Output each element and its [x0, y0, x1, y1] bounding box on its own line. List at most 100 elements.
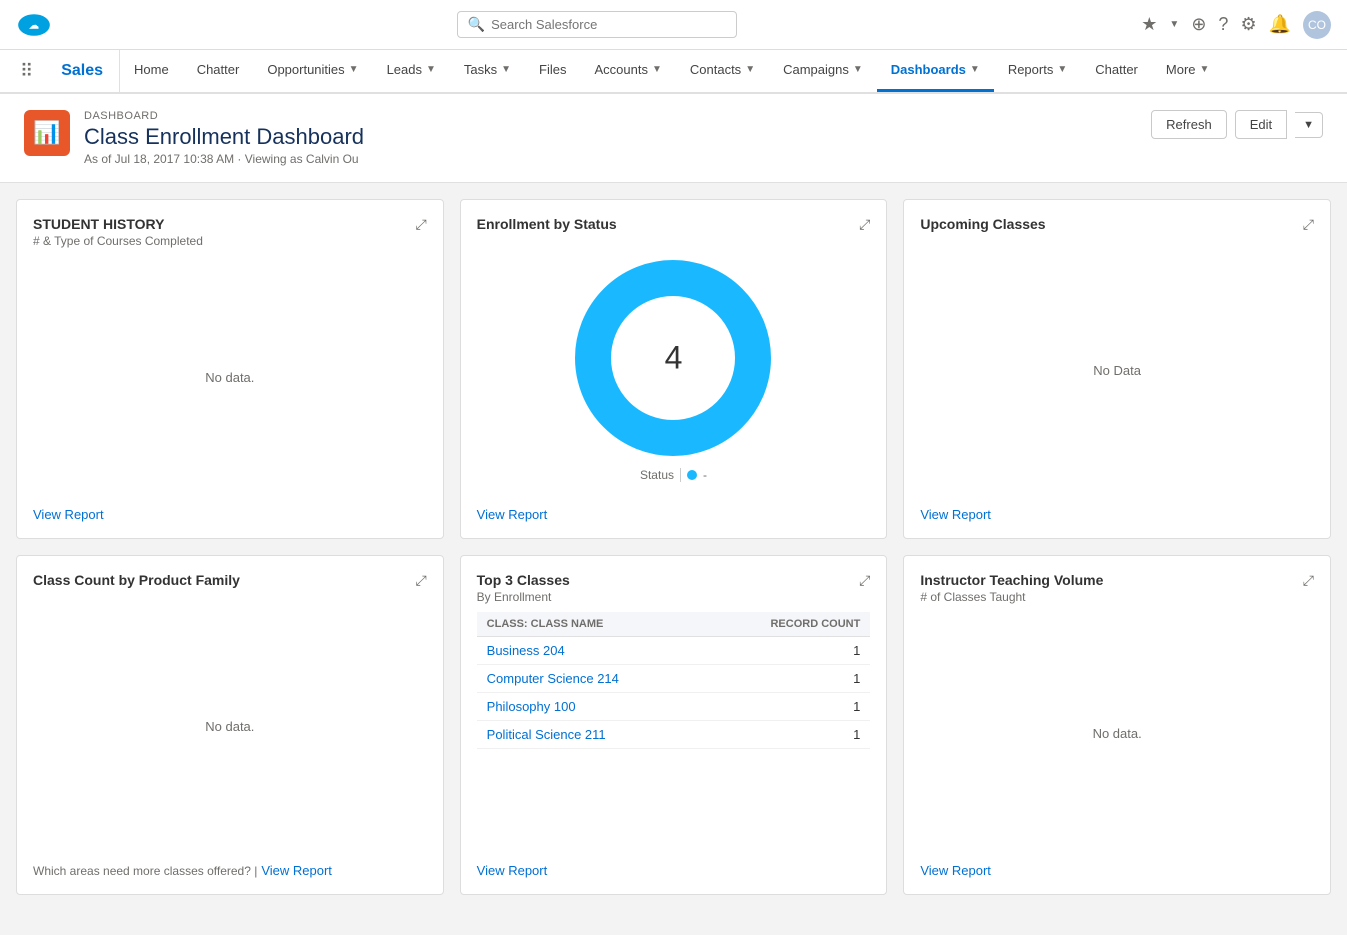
card-upcoming-classes: Upcoming Classes ⤢ No Data View Report	[903, 199, 1331, 539]
card-top3-header: Top 3 Classes By Enrollment ⤢	[477, 572, 871, 604]
donut-chart: 4	[573, 258, 773, 458]
gear-icon[interactable]: ⚙	[1240, 14, 1256, 35]
expand-icon-upcoming[interactable]: ⤢	[1303, 216, 1314, 233]
class-name-2[interactable]: Computer Science 214	[477, 665, 706, 693]
card-top3-subtitle: By Enrollment	[477, 590, 570, 604]
utility-bar: ☁ 🔍 ★ ▼ ⊕ ? ⚙ 🔔 CO	[0, 0, 1347, 50]
dashboard-meta: As of Jul 18, 2017 10:38 AM · Viewing as…	[84, 152, 364, 166]
top3-table: CLASS: CLASS NAME RECORD COUNT Business …	[477, 612, 871, 749]
card-class-count-header: Class Count by Product Family ⤢	[33, 572, 427, 589]
nav-item-chatter[interactable]: Chatter	[183, 50, 254, 92]
card-instructor-title: Instructor Teaching Volume	[920, 572, 1103, 588]
top3-table-header: CLASS: CLASS NAME RECORD COUNT	[477, 612, 871, 637]
grid-icon[interactable]: ⠿	[8, 61, 45, 82]
card-enrollment-status-header: Enrollment by Status ⤢	[477, 216, 871, 233]
view-report-link-enrollment[interactable]: View Report	[477, 507, 548, 522]
record-count-1: 1	[705, 637, 870, 665]
no-data-upcoming: No Data	[1093, 363, 1141, 378]
nav-item-home[interactable]: Home	[120, 50, 183, 92]
card-upcoming-classes-title: Upcoming Classes	[920, 216, 1045, 232]
search-input[interactable]	[491, 17, 726, 32]
view-report-link-instructor[interactable]: View Report	[920, 863, 991, 878]
star-icon[interactable]: ★	[1141, 14, 1157, 35]
dashboard-grid: STUDENT HISTORY # & Type of Courses Comp…	[16, 199, 1331, 895]
card-instructor-volume: Instructor Teaching Volume # of Classes …	[903, 555, 1331, 895]
salesforce-logo-icon[interactable]: ☁	[16, 7, 52, 43]
card-instructor-footer: View Report	[920, 863, 1314, 878]
card-top3-title: Top 3 Classes	[477, 572, 570, 588]
expand-icon-top3[interactable]: ⤢	[859, 572, 870, 589]
card-instructor-body: No data.	[920, 612, 1314, 855]
record-count-4: 1	[705, 721, 870, 749]
avatar[interactable]: CO	[1303, 11, 1331, 39]
view-report-link-upcoming[interactable]: View Report	[920, 507, 991, 522]
search-bar[interactable]: 🔍	[457, 11, 737, 38]
card-class-count: Class Count by Product Family ⤢ No data.…	[16, 555, 444, 895]
nav-item-leads[interactable]: Leads ▼	[373, 50, 450, 92]
class-name-4[interactable]: Political Science 211	[477, 721, 706, 749]
card-upcoming-classes-body: No Data	[920, 241, 1314, 499]
card-class-count-title: Class Count by Product Family	[33, 572, 240, 588]
question-icon[interactable]: ?	[1218, 14, 1228, 35]
view-report-link-top3[interactable]: View Report	[477, 863, 548, 878]
card-upcoming-classes-footer: View Report	[920, 507, 1314, 522]
nav-item-dashboards[interactable]: Dashboards ▼	[877, 50, 994, 92]
expand-icon[interactable]: ⤢	[415, 216, 426, 233]
card-student-history-subtitle: # & Type of Courses Completed	[33, 234, 203, 248]
view-report-link-student-history[interactable]: View Report	[33, 507, 104, 522]
nav-item-more[interactable]: More ▼	[1152, 50, 1224, 92]
plus-icon[interactable]: ⊕	[1191, 14, 1206, 35]
expand-icon-enrollment[interactable]: ⤢	[859, 216, 870, 233]
card-instructor-subtitle: # of Classes Taught	[920, 590, 1103, 604]
legend-separator	[680, 468, 681, 482]
nav-items: Home Chatter Opportunities ▼ Leads ▼ Tas…	[120, 50, 1223, 92]
card-class-count-footer: Which areas need more classes offered? |…	[33, 863, 427, 878]
card-student-history-header: STUDENT HISTORY # & Type of Courses Comp…	[33, 216, 427, 248]
dashboard-content: STUDENT HISTORY # & Type of Courses Comp…	[0, 183, 1347, 911]
chevron-down-icon[interactable]: ▼	[1169, 19, 1179, 30]
nav-item-opportunities[interactable]: Opportunities ▼	[253, 50, 372, 92]
dashboard-title-area: DASHBOARD Class Enrollment Dashboard As …	[84, 110, 364, 166]
refresh-button[interactable]: Refresh	[1151, 110, 1227, 139]
expand-icon-instructor[interactable]: ⤢	[1303, 572, 1314, 589]
nav-item-accounts[interactable]: Accounts ▼	[580, 50, 675, 92]
table-row: Computer Science 214 1	[477, 665, 871, 693]
card-enrollment-status-footer: View Report	[477, 507, 871, 522]
nav-item-chatter2[interactable]: Chatter	[1081, 50, 1152, 92]
dashboard-breadcrumb: DASHBOARD	[84, 110, 364, 122]
dashboard-header: 📊 DASHBOARD Class Enrollment Dashboard A…	[0, 94, 1347, 183]
no-data-class-count: No data.	[205, 719, 254, 734]
no-data-label: No data.	[205, 370, 254, 385]
nav-item-contacts[interactable]: Contacts ▼	[676, 50, 769, 92]
donut-legend: Status -	[640, 468, 707, 482]
nav-item-campaigns[interactable]: Campaigns ▼	[769, 50, 877, 92]
edit-button[interactable]: Edit	[1235, 110, 1287, 139]
dashboard-icon-box: 📊	[24, 110, 70, 156]
card-top3-classes: Top 3 Classes By Enrollment ⤢ CLASS: CLA…	[460, 555, 888, 895]
table-row: Philosophy 100 1	[477, 693, 871, 721]
card-enrollment-status-body: 4 Status -	[477, 241, 871, 499]
edit-dropdown-button[interactable]: ▼	[1295, 112, 1323, 138]
card-student-history: STUDENT HISTORY # & Type of Courses Comp…	[16, 199, 444, 539]
card-student-history-footer: View Report	[33, 507, 427, 522]
top3-table-body: Business 204 1 Computer Science 214 1 Ph…	[477, 637, 871, 749]
expand-icon-class-count[interactable]: ⤢	[415, 572, 426, 589]
app-name: Sales	[45, 50, 120, 92]
bell-icon[interactable]: 🔔	[1269, 14, 1291, 35]
card-top3-title-area: Top 3 Classes By Enrollment	[477, 572, 570, 604]
dashboard-icon: 📊	[33, 120, 60, 146]
card-enrollment-status-title: Enrollment by Status	[477, 216, 617, 232]
card-student-history-body: No data.	[33, 256, 427, 499]
col-class-name-header: CLASS: CLASS NAME	[477, 612, 706, 637]
class-name-1[interactable]: Business 204	[477, 637, 706, 665]
card-enrollment-status: Enrollment by Status ⤢ 4 Status	[460, 199, 888, 539]
class-name-3[interactable]: Philosophy 100	[477, 693, 706, 721]
card-top3-footer: View Report	[477, 863, 871, 878]
nav-item-reports[interactable]: Reports ▼	[994, 50, 1081, 92]
card-instructor-title-area: Instructor Teaching Volume # of Classes …	[920, 572, 1103, 604]
view-report-link-class-count[interactable]: View Report	[261, 863, 332, 878]
card-top3-body: CLASS: CLASS NAME RECORD COUNT Business …	[477, 612, 871, 855]
nav-item-files[interactable]: Files	[525, 50, 580, 92]
donut-center-value: 4	[665, 340, 683, 377]
nav-item-tasks[interactable]: Tasks ▼	[450, 50, 525, 92]
